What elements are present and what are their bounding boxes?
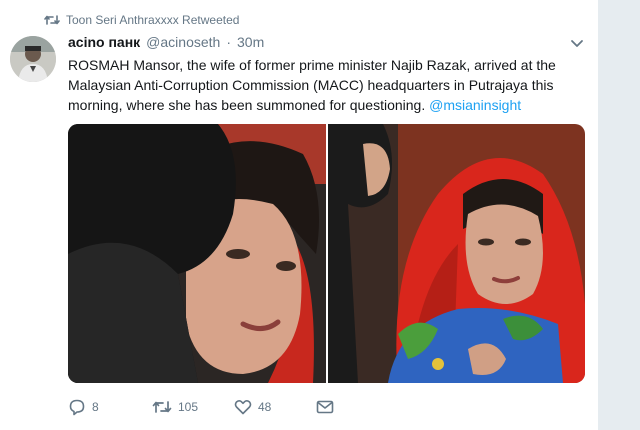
avatar[interactable]: [10, 36, 56, 82]
retweet-button[interactable]: 105: [152, 399, 234, 415]
retweet-icon: [152, 401, 172, 413]
author-name[interactable]: acino панк: [68, 34, 140, 50]
retweet-banner: Toon Seri Anthraxxxx Retweeted: [44, 12, 239, 28]
author-handle[interactable]: @acinoseth: [146, 34, 220, 50]
tweet-photo-1[interactable]: [68, 124, 326, 383]
heart-icon: [234, 400, 252, 415]
header-separator: ·: [226, 34, 231, 50]
retweet-icon: [44, 15, 60, 25]
tweet-timestamp[interactable]: 30m: [237, 34, 264, 50]
reply-count: 8: [92, 400, 99, 414]
tweet-header: acino панк @acinoseth · 30m: [68, 34, 580, 54]
retweet-count: 105: [178, 400, 199, 414]
envelope-icon: [316, 400, 334, 414]
tweet-text: ROSMAH Mansor, the wife of former prime …: [68, 55, 568, 115]
mention-link[interactable]: @msianinsight: [429, 97, 521, 113]
like-count: 48: [258, 400, 272, 414]
reply-button[interactable]: 8: [68, 398, 152, 416]
tweet-photo-2[interactable]: [328, 124, 585, 383]
like-button[interactable]: 48: [234, 399, 316, 415]
reply-icon: [69, 399, 85, 416]
retweet-banner-text[interactable]: Toon Seri Anthraxxxx Retweeted: [66, 13, 239, 27]
tweet-media: [68, 124, 585, 383]
tweet-actions: 8 105 48: [68, 396, 334, 418]
direct-message-button[interactable]: [316, 400, 334, 414]
right-sidebar-background: [598, 0, 640, 430]
chevron-down-icon[interactable]: [570, 36, 584, 50]
